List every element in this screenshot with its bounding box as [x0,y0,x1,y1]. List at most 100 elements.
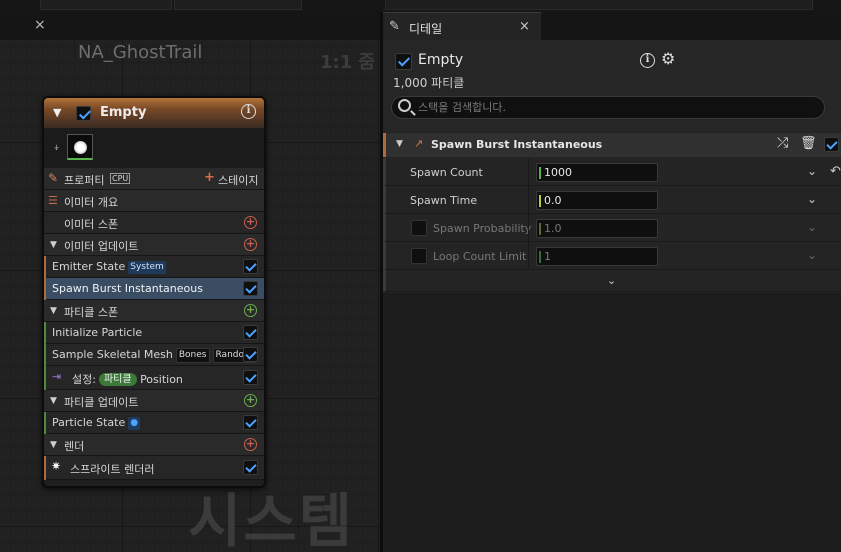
module-enable-checkbox[interactable] [824,137,839,152]
add-module-icon[interactable]: + [244,216,257,229]
emitter-update-row[interactable]: ▼ 이미터 업데이트 + [44,234,264,256]
property-label: Loop Count Limit [433,250,527,263]
info-icon[interactable]: i [640,53,655,68]
override-checkbox[interactable] [411,220,427,236]
chevron-down-icon: ⌄ [807,220,818,234]
add-stage-button[interactable]: 스테이지 [218,172,258,188]
show-advanced-row[interactable]: ⌄ [383,270,841,292]
module-row-spawn-burst[interactable]: Spawn Burst Instantaneous [44,278,264,300]
emitter-spawn-row[interactable]: 이미터 스폰 + [44,212,264,234]
module-enable-checkbox[interactable] [243,370,258,385]
emitter-graph-panel[interactable]: × NA_GhostTrail 1:1 줌 시스템 ▼ Empty i ⍖ ✎ … [0,12,380,552]
spawn-time-field[interactable]: 0.0 [536,191,658,210]
module-name: Particle State [52,416,126,429]
override-checkbox[interactable] [411,248,427,264]
list-icon: ☰ [48,194,58,207]
add-module-icon[interactable]: + [244,238,257,251]
module-label: Emitter State System [52,260,166,274]
emitter-spawn-label: 이미터 스폰 [64,218,119,231]
emitter-enable-checkbox[interactable] [76,106,91,121]
chevron-down-icon[interactable]: ⌄ [807,164,817,178]
column-divider[interactable] [528,242,529,270]
render-row[interactable]: ▼ 렌더 + [44,434,264,456]
add-renderer-icon[interactable]: + [244,438,257,451]
collapse-arrow-icon[interactable]: ▼ [50,440,57,450]
reset-to-default-icon[interactable]: ↶ [830,164,841,179]
module-row-sample-skeletal-mesh[interactable]: Sample Skeletal Mesh Bones Random [44,344,264,366]
emitter-update-label: 이미터 업데이트 [64,240,139,253]
property-row-loop-count-limit[interactable]: Loop Count Limit 1 ⌄ [383,242,841,270]
collapse-arrow-icon[interactable]: ▼ [396,139,403,149]
toolbar-segment[interactable] [385,0,813,10]
sprite-icon: ✷ [51,459,62,473]
column-divider[interactable] [528,214,529,242]
search-input[interactable] [418,99,808,116]
pencil-icon: ✎ [48,171,59,185]
column-divider[interactable] [528,158,529,186]
module-label: Particle State ● [52,416,141,430]
emitter-summary-label: 이미터 개요 [64,196,119,209]
stack-search-box[interactable] [391,96,825,119]
gear-icon[interactable]: ⚙ [661,49,675,68]
column-divider[interactable] [528,186,529,214]
module-enable-checkbox[interactable] [243,325,258,340]
pin-icon[interactable]: ⍖ [53,140,60,155]
chevron-down-icon[interactable]: ⌄ [807,192,817,206]
graph-tab-bar: × [0,12,380,40]
module-row-emitter-state[interactable]: Emitter State System [44,256,264,278]
bones-tag: Bones [175,348,210,363]
shuffle-icon[interactable]: ⤮ [777,135,788,151]
collapse-arrow-icon[interactable]: ▼ [50,240,57,250]
toolbar-segment[interactable] [40,0,172,10]
emitter-node-header[interactable]: ▼ Empty i [44,98,264,128]
details-header: Empty 1,000 파티클 i ⚙ [383,40,841,132]
module-enable-checkbox[interactable] [243,347,258,362]
module-label: Initialize Particle [52,326,143,339]
module-row-set-position[interactable]: ⇥ 설정: 파티클 Position [44,366,264,390]
stage-color-bar [44,412,46,434]
module-enable-checkbox[interactable] [243,460,258,475]
emitter-summary-row[interactable]: ☰ 이미터 개요 [44,190,264,212]
properties-label: 프로퍼티 [64,174,105,187]
add-module-icon[interactable]: + [244,394,257,407]
particle-spawn-row[interactable]: ▼ 파티클 스폰 + [44,300,264,322]
property-row-spawn-count[interactable]: Spawn Count 1000 ⌄ ↶ [383,158,841,186]
close-icon[interactable]: × [519,19,530,34]
stage-color-bar [44,456,46,480]
field-value: 1.0 [544,222,562,235]
info-icon[interactable]: i [241,104,256,119]
chevron-down-icon[interactable]: ⌄ [607,274,616,287]
module-enable-checkbox[interactable] [243,259,258,274]
properties-row[interactable]: ✎ 프로퍼티 CPU + 스테이지 [44,168,264,190]
particle-update-label: 파티클 업데이트 [64,396,139,409]
cpu-badge: CPU [110,173,131,184]
close-icon[interactable]: × [34,17,46,33]
module-label: Sample Skeletal Mesh Bones Random [52,348,256,363]
add-module-icon[interactable]: + [244,304,257,317]
module-row-particle-state[interactable]: Particle State ● [44,412,264,434]
particle-update-row[interactable]: ▼ 파티클 업데이트 + [44,390,264,412]
module-enable-checkbox[interactable] [243,281,258,296]
spawn-count-field[interactable]: 1000 [536,163,658,182]
emitter-thumbnail[interactable] [67,134,93,160]
collapse-arrow-icon[interactable]: ▼ [53,106,61,119]
stage-color-bar [44,344,46,366]
category-header-spawn-burst[interactable]: ▼ ↗ Spawn Burst Instantaneous ⤮ 🗑 [383,133,841,157]
stage-color-bar [44,366,46,390]
property-row-spawn-time[interactable]: Spawn Time 0.0 ⌄ [383,186,841,214]
module-row-sprite-renderer[interactable]: ✷ 스프라이트 렌더러 [44,456,264,480]
tab-details[interactable]: ✎ 디테일 × [383,12,541,40]
set-parameter-icon: ⇥ [52,370,62,383]
stage-color-bar [44,322,46,344]
module-row-initialize-particle[interactable]: Initialize Particle [44,322,264,344]
add-stage-icon[interactable]: + [204,170,215,185]
field-value: 1000 [544,166,572,179]
module-enable-checkbox[interactable] [243,415,258,430]
toolbar-segment[interactable] [174,0,302,10]
collapse-arrow-icon[interactable]: ▼ [50,306,57,316]
collapse-arrow-icon[interactable]: ▼ [50,396,57,406]
property-row-spawn-probability[interactable]: Spawn Probability 1.0 ⌄ [383,214,841,242]
trash-icon[interactable]: 🗑 [800,136,817,151]
emitter-node[interactable]: ▼ Empty i ⍖ ✎ 프로퍼티 CPU + 스테이지 ☰ 이미터 개요 이… [42,96,266,488]
emitter-enable-checkbox[interactable] [395,53,412,70]
